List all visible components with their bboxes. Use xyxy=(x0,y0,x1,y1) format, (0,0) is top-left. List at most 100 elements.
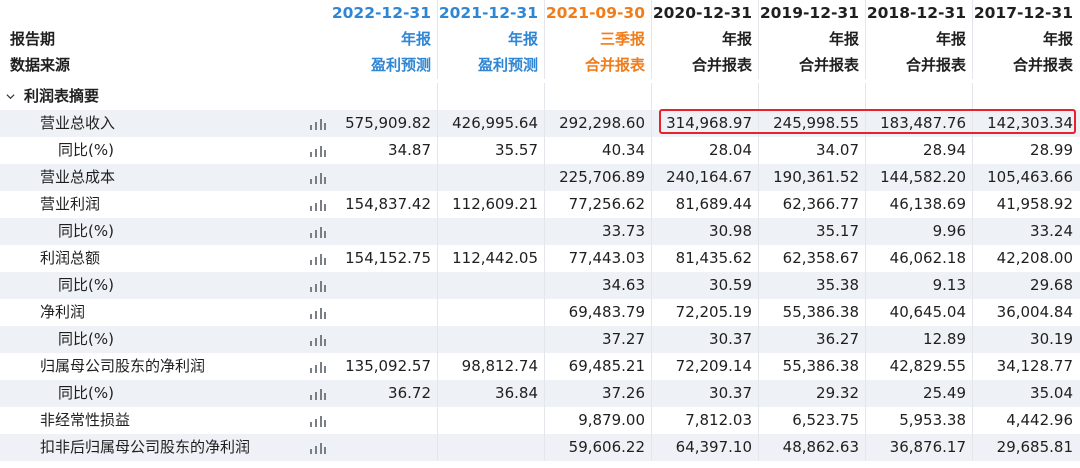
value-cell: 36.27 xyxy=(758,326,865,353)
table-row: 营业总成本 225,706.89 240,164.67 190,361.52 144,5… xyxy=(0,164,1080,191)
value-cell: 240,164.67 xyxy=(651,164,758,191)
bar-chart-icon[interactable] xyxy=(309,252,327,265)
empty-cell xyxy=(758,83,865,110)
row-label-text: 扣非后归属母公司股东的净利润 xyxy=(40,438,251,456)
period-type: 年报 xyxy=(437,26,544,53)
value-cell: 292,298.60 xyxy=(544,110,651,137)
bar-chart-icon[interactable] xyxy=(309,144,327,157)
bar-chart-icon[interactable] xyxy=(309,198,327,211)
period-date[interactable]: 2021-12-31 xyxy=(437,0,544,27)
empty-cell xyxy=(437,83,544,110)
period-type: 年报 xyxy=(400,30,431,48)
bar-chart-icon[interactable] xyxy=(309,117,327,130)
value-cell xyxy=(330,299,437,326)
value-cell: 33.24 xyxy=(972,218,1079,245)
value-cell: 105,463.66 xyxy=(972,164,1079,191)
value-cell: 62,358.67 xyxy=(758,245,865,272)
value-cell: 30.98 xyxy=(651,218,758,245)
value-cell: 33.73 xyxy=(544,218,651,245)
period-date[interactable]: 2017-12-31 xyxy=(972,0,1079,27)
row-label: 同比(%) xyxy=(0,326,330,353)
row-label: 营业总收入 xyxy=(0,110,330,137)
value-cell: 9.13 xyxy=(865,272,972,299)
bar-chart-icon[interactable] xyxy=(309,171,327,184)
value-cell: 77,256.62 xyxy=(544,191,651,218)
period-date[interactable]: 2021-09-30 xyxy=(544,0,651,27)
bar-chart-icon[interactable] xyxy=(309,387,327,400)
table-row: 扣非后归属母公司股东的净利润 59,606.22 64,397.10 48,862.6… xyxy=(0,434,1080,461)
value-cell: 28.04 xyxy=(651,137,758,164)
value-cell xyxy=(437,272,544,299)
row-label: 非经常性损益 xyxy=(0,407,330,434)
period-type: 三季报 xyxy=(544,26,651,53)
value-cell: 59,606.22 xyxy=(544,434,651,461)
bar-chart-icon[interactable] xyxy=(309,279,327,292)
chevron-down-icon[interactable] xyxy=(6,92,15,101)
row-label: 营业总成本 xyxy=(0,164,330,191)
value-cell xyxy=(330,407,437,434)
table-row: 同比(%) 37.27 30.37 36.27 12.89 30.19 xyxy=(0,326,1080,353)
period-date[interactable]: 2022-12-31 xyxy=(330,0,437,27)
value-cell: 37.27 xyxy=(544,326,651,353)
value-cell: 9,879.00 xyxy=(544,407,651,434)
period-type: 年报 xyxy=(972,26,1079,53)
value-cell: 35.57 xyxy=(437,137,544,164)
header-report-period-row: 报告期 年报 年报 三季报 年报 年报 年报 年报 xyxy=(0,26,1080,53)
bar-chart-icon[interactable] xyxy=(309,360,327,373)
value-cell: 30.19 xyxy=(972,326,1079,353)
row-label: 营业利润 xyxy=(0,191,330,218)
row-label-text: 营业利润 xyxy=(40,195,101,213)
value-cell: 36,876.17 xyxy=(865,434,972,461)
period-date[interactable]: 2019-12-31 xyxy=(758,0,865,27)
table-row: 净利润 69,483.79 72,205.19 55,386.38 40,645.04 3… xyxy=(0,299,1080,326)
value-cell: 77,443.03 xyxy=(544,245,651,272)
value-cell: 64,397.10 xyxy=(651,434,758,461)
table-row: 同比(%) 36.72 36.84 37.26 30.37 29.32 25.49 35.04 xyxy=(0,380,1080,407)
header-dates-row: 2022-12-31 2021-12-31 2021-09-30 2020-12-31… xyxy=(0,0,1080,27)
report-period-label: 报告期 xyxy=(10,30,56,48)
financial-table: 2022-12-31 2021-12-31 2021-09-30 2020-12-31… xyxy=(0,0,1080,468)
value-cell: 30.59 xyxy=(651,272,758,299)
bar-chart-icon[interactable] xyxy=(309,441,327,454)
value-cell: 46,138.69 xyxy=(865,191,972,218)
value-cell: 28.99 xyxy=(972,137,1079,164)
value-cell: 29,685.81 xyxy=(972,434,1079,461)
bar-chart-icon[interactable] xyxy=(309,333,327,346)
value-cell: 46,062.18 xyxy=(865,245,972,272)
period-date[interactable]: 2018-12-31 xyxy=(865,0,972,27)
empty-cell xyxy=(972,83,1079,110)
value-cell: 25.49 xyxy=(865,380,972,407)
section-row[interactable]: 利润表摘要 xyxy=(0,83,1080,110)
value-cell: 112,609.21 xyxy=(437,191,544,218)
row-label-text: 同比(%) xyxy=(58,222,114,240)
value-cell: 34.63 xyxy=(544,272,651,299)
value-cell: 98,812.74 xyxy=(437,353,544,380)
value-cell: 154,837.42 xyxy=(345,195,431,213)
value-cell: 42,829.55 xyxy=(865,353,972,380)
value-cell: 30.37 xyxy=(651,380,758,407)
value-cell: 225,706.89 xyxy=(544,164,651,191)
value-cell: 40.34 xyxy=(544,137,651,164)
bar-chart-icon[interactable] xyxy=(309,306,327,319)
table-row: 营业总收入 575,909.82 426,995.64 292,298.60 314,9… xyxy=(0,110,1080,137)
value-cell: 36.84 xyxy=(437,380,544,407)
row-label: 同比(%) xyxy=(0,272,330,299)
table-row: 同比(%) 33.73 30.98 35.17 9.96 33.24 xyxy=(0,218,1080,245)
value-cell: 81,689.44 xyxy=(651,191,758,218)
value-cell xyxy=(437,434,544,461)
value-cell: 72,209.14 xyxy=(651,353,758,380)
bar-chart-icon[interactable] xyxy=(309,225,327,238)
value-cell: 48,862.63 xyxy=(758,434,865,461)
bar-chart-icon[interactable] xyxy=(309,414,327,427)
data-source-label: 数据来源 xyxy=(10,56,71,74)
section-title[interactable]: 利润表摘要 xyxy=(0,83,330,110)
value-cell: 72,205.19 xyxy=(651,299,758,326)
row-label: 归属母公司股东的净利润 xyxy=(0,353,330,380)
row-label: 同比(%) xyxy=(0,137,330,164)
header-data-source-row: 数据来源 盈利预测 盈利预测 合并报表 合并报表 合并报表 合并报表 合并报表 xyxy=(0,52,1080,79)
value-cell: 29.68 xyxy=(972,272,1079,299)
value-cell: 142,303.34 xyxy=(972,110,1079,137)
row-label-text: 同比(%) xyxy=(58,141,114,159)
row-label-text: 净利润 xyxy=(40,303,86,321)
period-date[interactable]: 2020-12-31 xyxy=(651,0,758,27)
